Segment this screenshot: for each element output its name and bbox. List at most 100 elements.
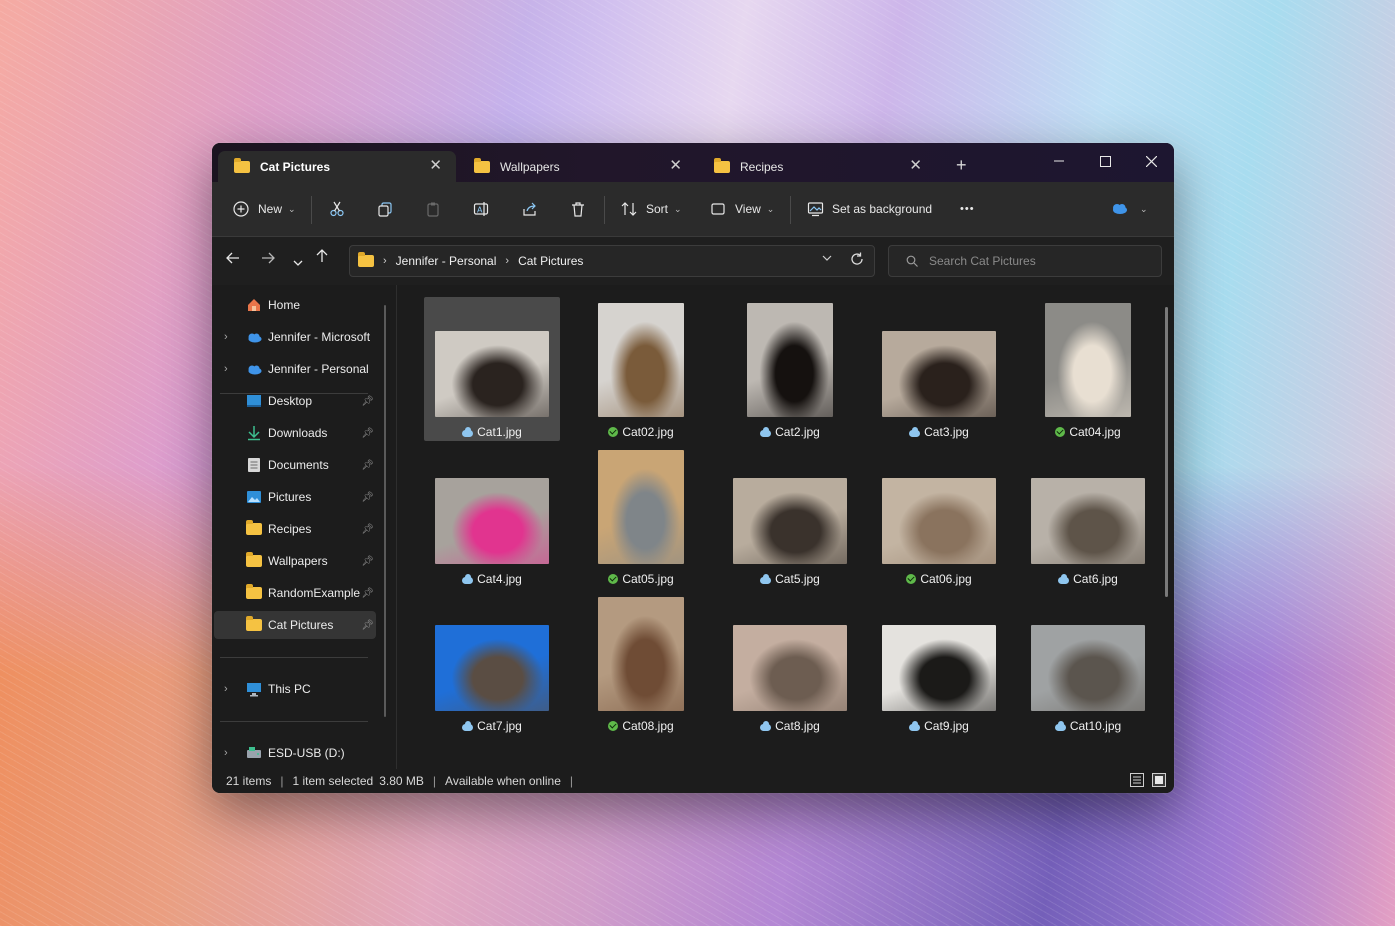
breadcrumb-jennifer-personal[interactable]: Jennifer - Personal [396, 254, 497, 268]
sidebar-item-cat-pictures[interactable]: Cat Pictures 📌︎ [214, 611, 376, 639]
pin-icon[interactable]: 📌︎ [361, 524, 374, 535]
file-tile[interactable]: Cat4.jpg [424, 444, 560, 588]
file-tile[interactable]: Cat8.jpg [722, 591, 858, 735]
status-separator: | [280, 774, 284, 788]
close-tab-icon[interactable]: ✕ [669, 157, 682, 175]
maximize-button[interactable] [1082, 148, 1128, 174]
copy-button[interactable] [376, 196, 394, 222]
paste-button[interactable] [424, 196, 442, 222]
sidebar-item-jennifer-microsoft[interactable]: › Jennifer - Microsoft [214, 323, 376, 351]
sidebar-item-pictures[interactable]: Pictures 📌︎ [214, 483, 376, 511]
address-history-icon[interactable] [822, 254, 832, 265]
file-tile[interactable]: Cat06.jpg [871, 444, 1007, 588]
pin-icon[interactable]: 📌︎ [361, 396, 374, 407]
file-tile[interactable]: Cat3.jpg [871, 297, 1007, 441]
sidebar-item-desktop[interactable]: Desktop 📌︎ [214, 387, 376, 415]
file-tile[interactable] [722, 738, 858, 769]
content-scrollbar[interactable] [1165, 307, 1168, 597]
synced-check-icon [608, 721, 619, 731]
minimize-button[interactable] [1036, 148, 1082, 174]
sidebar-scrollbar[interactable] [384, 305, 386, 717]
pin-icon[interactable]: 📌︎ [361, 492, 374, 503]
chevron-right-icon[interactable]: › [224, 331, 228, 343]
toolbar-divider [604, 196, 605, 224]
onedrive-button[interactable]: ⌄ [1110, 196, 1148, 222]
details-view-button[interactable] [1130, 773, 1144, 787]
share-button[interactable] [521, 196, 539, 222]
sidebar-item-label: ESD-USB (D:) [268, 746, 345, 760]
tab-recipes[interactable]: Recipes ✕ [698, 151, 936, 182]
pin-icon[interactable]: 📌︎ [361, 620, 374, 631]
file-tile[interactable]: Cat1.jpg [424, 297, 560, 441]
see-more-button[interactable]: ••• [960, 196, 975, 222]
tab-cat-pictures[interactable]: Cat Pictures ✕ [218, 151, 456, 182]
chevron-right-icon[interactable]: › [224, 363, 228, 375]
file-tile[interactable]: Cat7.jpg [424, 591, 560, 735]
close-window-button[interactable] [1128, 148, 1174, 174]
close-tab-icon[interactable]: ✕ [429, 157, 442, 175]
file-tile[interactable]: Cat9.jpg [871, 591, 1007, 735]
sidebar-divider [220, 657, 368, 658]
file-tile[interactable]: Cat08.jpg [573, 591, 709, 735]
pin-icon[interactable]: 📌︎ [361, 588, 374, 599]
file-name-text: Cat5.jpg [775, 572, 820, 586]
recent-locations-button[interactable] [293, 254, 303, 272]
wallpaper-icon [806, 200, 824, 218]
view-icon [709, 200, 727, 218]
file-tile[interactable] [424, 738, 560, 769]
pin-icon[interactable]: 📌︎ [361, 556, 374, 567]
file-tile[interactable] [871, 738, 1007, 769]
image-thumbnail [1031, 478, 1145, 564]
search-box[interactable]: Search Cat Pictures [888, 245, 1162, 277]
file-tile[interactable]: Cat05.jpg [573, 444, 709, 588]
forward-button[interactable] [261, 251, 275, 270]
minimize-icon [1054, 160, 1064, 162]
sidebar-item-wallpapers[interactable]: Wallpapers 📌︎ [214, 547, 376, 575]
pane-divider[interactable] [396, 285, 397, 769]
up-button[interactable] [316, 249, 328, 268]
sidebar-item-downloads[interactable]: Downloads 📌︎ [214, 419, 376, 447]
rename-button[interactable]: A [472, 196, 490, 222]
refresh-icon[interactable] [850, 252, 864, 269]
new-button[interactable]: New ⌄ [232, 196, 296, 222]
view-button[interactable]: View ⌄ [709, 196, 774, 222]
back-button[interactable] [226, 251, 240, 270]
thumbnail-view-button[interactable] [1152, 773, 1166, 787]
sidebar-item-home[interactable]: Home [214, 291, 376, 319]
close-tab-icon[interactable]: ✕ [909, 157, 922, 175]
breadcrumb-cat-pictures[interactable]: Cat Pictures [518, 254, 583, 268]
sidebar-item-esd-usb[interactable]: › ESD-USB (D:) [214, 739, 376, 767]
folder-icon [246, 616, 262, 631]
file-name-text: Cat7.jpg [477, 719, 522, 733]
sort-button[interactable]: Sort ⌄ [620, 196, 682, 222]
chevron-down-icon: ⌄ [288, 203, 296, 214]
sidebar-item-jennifer-personal[interactable]: › Jennifer - Personal [214, 355, 376, 383]
file-tile[interactable]: Cat6.jpg [1020, 444, 1156, 588]
file-name-text: Cat02.jpg [622, 425, 674, 439]
sidebar-item-documents[interactable]: Documents 📌︎ [214, 451, 376, 479]
file-tile[interactable] [573, 738, 709, 769]
tab-wallpapers[interactable]: Wallpapers ✕ [458, 151, 696, 182]
file-tile[interactable]: Cat10.jpg [1020, 591, 1156, 735]
chevron-right-icon[interactable]: › [224, 683, 228, 695]
pin-icon[interactable]: 📌︎ [361, 428, 374, 439]
cut-button[interactable] [328, 196, 346, 222]
new-tab-button[interactable]: + [956, 155, 967, 176]
file-tile[interactable]: Cat04.jpg [1020, 297, 1156, 441]
address-bar[interactable]: › Jennifer - Personal › Cat Pictures [349, 245, 875, 277]
file-explorer-window: Cat Pictures ✕ Wallpapers ✕ Recipes ✕ + [212, 143, 1174, 793]
delete-button[interactable] [569, 196, 587, 222]
paste-icon [424, 200, 442, 218]
sidebar-item-recipes[interactable]: Recipes 📌︎ [214, 515, 376, 543]
sidebar-item-randomexample[interactable]: RandomExample 📌︎ [214, 579, 376, 607]
chevron-down-icon: ⌄ [674, 203, 682, 214]
set-as-background-button[interactable]: Set as background [806, 196, 932, 222]
file-tile[interactable]: Cat5.jpg [722, 444, 858, 588]
file-tile[interactable]: Cat2.jpg [722, 297, 858, 441]
file-tile[interactable]: Cat02.jpg [573, 297, 709, 441]
file-tile[interactable] [1020, 738, 1156, 769]
sidebar-item-this-pc[interactable]: › This PC [214, 675, 376, 703]
chevron-right-icon[interactable]: › [224, 747, 228, 759]
pin-icon[interactable]: 📌︎ [361, 460, 374, 471]
pictures-icon [246, 489, 262, 505]
